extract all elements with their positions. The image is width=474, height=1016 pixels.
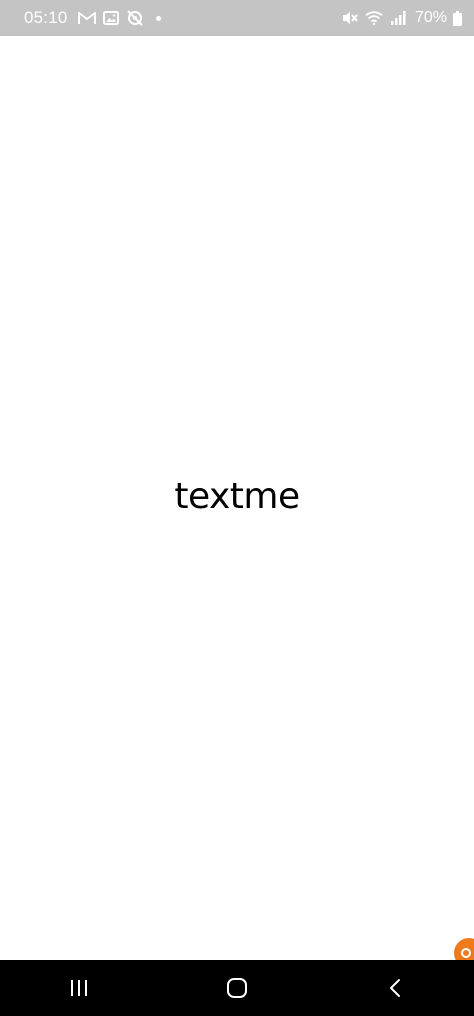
- mute-icon: [341, 9, 359, 27]
- app-logo: textme: [174, 476, 300, 517]
- notification-dot-icon: [155, 15, 161, 21]
- back-button[interactable]: [363, 960, 427, 1016]
- location-off-icon: [126, 9, 144, 27]
- status-time: 05:10: [24, 8, 68, 27]
- splash-container: textme: [0, 36, 474, 961]
- app-screen: 05:10 70% textme: [0, 0, 474, 1016]
- status-bar: 05:10 70%: [0, 0, 474, 36]
- status-bar-right: 70%: [341, 9, 462, 27]
- back-icon: [390, 979, 400, 997]
- status-bar-left: 05:10: [24, 8, 161, 28]
- home-icon: [227, 978, 247, 998]
- battery-percent: 70%: [414, 9, 447, 26]
- recent-apps-button[interactable]: [47, 960, 111, 1016]
- navigation-bar: [0, 960, 474, 1016]
- home-button[interactable]: [205, 960, 269, 1016]
- gmail-icon: [77, 9, 96, 27]
- gallery-icon: [102, 9, 120, 27]
- link-icon: [461, 948, 471, 958]
- signal-icon: [389, 9, 407, 27]
- wifi-icon: [365, 9, 383, 27]
- recent-apps-icon: [71, 980, 87, 996]
- battery-icon: [453, 10, 462, 26]
